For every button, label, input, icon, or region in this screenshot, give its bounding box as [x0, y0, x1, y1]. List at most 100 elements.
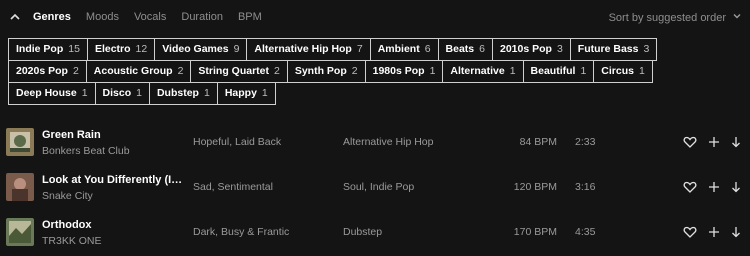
genre-chip-count: 1: [136, 87, 142, 99]
plus-icon[interactable]: [707, 225, 721, 239]
genre-chip-label: Acoustic Group: [93, 65, 173, 77]
genre-chip-count: 1: [580, 65, 587, 77]
genre-chip-count: 1: [429, 65, 436, 77]
track-row[interactable]: Look at You Differently (Instrumental) S…: [0, 167, 750, 209]
track-row[interactable]: Green Rain Bonkers Beat Club Hopeful, La…: [0, 122, 750, 164]
genre-chip-label: 2020s Pop: [16, 65, 68, 77]
genre-chip-synth-pop[interactable]: Synth Pop 2: [286, 60, 366, 83]
track-artist[interactable]: Snake City: [42, 190, 93, 202]
genre-chip-deep-house[interactable]: Deep House 1: [8, 82, 96, 105]
track-genres: Alternative Hip Hop: [343, 136, 434, 148]
genre-chip-beautiful[interactable]: Beautiful 1: [522, 60, 595, 83]
album-art[interactable]: [6, 173, 34, 201]
genre-chip-count: 12: [135, 43, 148, 55]
track-duration: 3:16: [575, 181, 596, 193]
genre-chip-1980s-pop[interactable]: 1980s Pop 1: [364, 60, 444, 83]
track-row[interactable]: Orthodox TR3KK ONE Dark, Busy & Frantic …: [0, 212, 750, 254]
genre-chip-count: 1: [638, 65, 645, 77]
tab-duration[interactable]: Duration: [181, 11, 223, 23]
track-genres: Soul, Indie Pop: [343, 181, 415, 193]
genre-chip-count: 6: [424, 43, 431, 55]
genre-chip-label: Video Games: [162, 43, 229, 55]
genre-chip-count: 15: [68, 43, 80, 55]
sort-dropdown[interactable]: Sort by suggested order: [609, 11, 742, 24]
track-bpm: 120 BPM: [513, 181, 557, 193]
genre-chip-count: 7: [356, 43, 363, 55]
genre-chip-alternative[interactable]: Alternative 1: [442, 60, 524, 83]
genre-chip-label: Circus: [601, 65, 634, 77]
genre-chip-label: Synth Pop: [294, 65, 347, 77]
album-art[interactable]: [6, 218, 34, 246]
genre-chip-count: 2: [177, 65, 184, 77]
arrow-down-icon[interactable]: [729, 180, 743, 194]
plus-icon[interactable]: [707, 180, 721, 194]
genre-chip-count: 3: [556, 43, 563, 55]
filter-tabs: Genres Moods Vocals Duration BPM: [33, 11, 262, 23]
genre-chip-beats[interactable]: Beats 6: [437, 38, 493, 61]
genre-chip-count: 2: [72, 65, 79, 77]
genre-chip-label: Deep House: [16, 87, 77, 99]
track-duration: 2:33: [575, 136, 596, 148]
genre-chip-count: 2: [274, 65, 280, 77]
genre-chip-alternative-hip-hop[interactable]: Alternative Hip Hop 7: [246, 38, 371, 61]
genre-chip-count: 9: [233, 43, 240, 55]
chevron-down-icon: [732, 11, 742, 24]
genre-chip-count: 6: [479, 43, 485, 55]
genre-chip-acoustic-group[interactable]: Acoustic Group 2: [85, 60, 192, 83]
track-bpm: 170 BPM: [513, 226, 557, 238]
heart-icon[interactable]: [683, 135, 697, 149]
genre-chip-electro[interactable]: Electro 12: [86, 38, 156, 61]
track-artist[interactable]: Bonkers Beat Club: [42, 145, 130, 157]
tab-genres[interactable]: Genres: [33, 11, 71, 23]
genre-chip-future-bass[interactable]: Future Bass 3: [569, 38, 658, 61]
track-title[interactable]: Orthodox: [42, 219, 184, 231]
genre-chip-label: Beautiful: [530, 65, 576, 77]
genre-chip-dubstep[interactable]: Dubstep 1: [148, 82, 218, 105]
genre-chips: Indie Pop 15 Electro 12 Video Games 9 Alter…: [8, 38, 688, 105]
genre-chip-label: Indie Pop: [16, 43, 64, 55]
genre-chip-label: Happy: [224, 87, 257, 99]
tab-moods[interactable]: Moods: [86, 11, 119, 23]
track-title[interactable]: Look at You Differently (Instrumental): [42, 174, 184, 186]
genre-chip-count: 1: [81, 87, 88, 99]
genre-chip-label: Dubstep: [156, 87, 199, 99]
track-duration: 4:35: [575, 226, 596, 238]
genre-chip-2020s-pop[interactable]: 2020s Pop 2: [8, 60, 87, 83]
track-moods: Hopeful, Laid Back: [193, 136, 282, 148]
track-bpm: 84 BPM: [519, 136, 557, 148]
genre-chip-label: Ambient: [377, 43, 420, 55]
genre-chip-disco[interactable]: Disco 1: [94, 82, 150, 105]
tab-bpm[interactable]: BPM: [238, 11, 262, 23]
track-title[interactable]: Green Rain: [42, 129, 184, 141]
track-moods: Sad, Sentimental: [193, 181, 273, 193]
heart-icon[interactable]: [683, 225, 697, 239]
sort-label: Sort by suggested order: [608, 11, 726, 24]
genre-chip-count: 1: [509, 65, 516, 77]
plus-icon[interactable]: [707, 135, 721, 149]
genre-chip-string-quartet[interactable]: String Quartet 2: [190, 60, 288, 83]
tab-vocals[interactable]: Vocals: [134, 11, 166, 23]
arrow-down-icon[interactable]: [729, 135, 743, 149]
genre-chip-label: Electro: [94, 43, 131, 55]
genre-chip-label: Alternative: [450, 65, 505, 77]
genre-chip-video-games[interactable]: Video Games 9: [154, 38, 248, 61]
genre-chip-circus[interactable]: Circus 1: [593, 60, 653, 83]
genre-chip-count: 3: [643, 43, 650, 55]
genre-chip-label: Disco: [102, 87, 132, 99]
arrow-down-icon[interactable]: [729, 225, 743, 239]
genre-chip-ambient[interactable]: Ambient 6: [369, 38, 439, 61]
genre-chip-label: String Quartet: [198, 65, 269, 77]
genre-chip-indie-pop[interactable]: Indie Pop 15: [8, 38, 88, 61]
genre-chip-happy[interactable]: Happy 1: [216, 82, 276, 105]
track-moods: Dark, Busy & Frantic: [193, 226, 290, 238]
genre-chip-count: 1: [261, 87, 268, 99]
genre-chip-label: 2010s Pop: [500, 43, 552, 55]
genre-chip-2010s-pop[interactable]: 2010s Pop 3: [492, 38, 571, 61]
heart-icon[interactable]: [683, 180, 697, 194]
genre-chip-label: Beats: [445, 43, 475, 55]
track-genres: Dubstep: [343, 226, 383, 238]
genre-chip-count: 2: [351, 65, 358, 77]
track-artist[interactable]: TR3KK ONE: [42, 235, 102, 247]
chevron-up-icon[interactable]: [8, 10, 22, 24]
album-art[interactable]: [6, 128, 34, 156]
